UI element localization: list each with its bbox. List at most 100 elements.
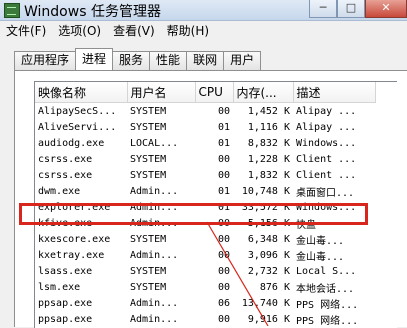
cell-memory: 2,732 K [247, 265, 290, 277]
cell-image-name: AliveServi... [38, 121, 117, 133]
menu-file[interactable]: 文件(F) [0, 22, 52, 40]
cell-memory: 13,740 K [241, 297, 290, 309]
tab-services[interactable]: 服务 [112, 51, 151, 70]
table-row[interactable]: lsm.exe SYSTEM 00 876 K 本地会话... [35, 279, 375, 295]
table-row[interactable]: kxescore.exe SYSTEM 00 6,348 K 金山毒... [35, 231, 375, 247]
column-description[interactable]: 描述 [293, 82, 376, 103]
cell-description: Alipay ... [296, 121, 357, 133]
column-image-name[interactable]: 映像名称 [35, 82, 128, 103]
cell-image-name: ppsap.exe [38, 313, 93, 325]
cell-user-name: Admin... [130, 185, 179, 197]
cell-memory: 5,156 K [247, 217, 290, 229]
cell-description: 桌面窗口... [296, 187, 355, 199]
cell-description: Windows... [293, 199, 375, 215]
window-title: Windows 任务管理器 [24, 4, 161, 20]
cell-image-name: kxetray.exe [38, 249, 105, 261]
cell-memory: 33,572 K [233, 199, 293, 215]
table-row[interactable]: kxetray.exe Admin... 00 3,096 K 金山毒... [35, 247, 375, 263]
cell-user-name: SYSTEM [130, 169, 167, 181]
cell-image-name: kfive.exe [38, 217, 93, 229]
tab-performance[interactable]: 性能 [149, 51, 188, 70]
cell-cpu: 00 [217, 265, 230, 277]
process-list[interactable]: 映像名称 用户名 CPU 内存(... 描述 AlipaySecS... SYST… [34, 81, 397, 328]
cell-user-name: SYSTEM [130, 233, 167, 245]
tab-networking[interactable]: 联网 [186, 51, 225, 70]
cell-user-name: Admin... [130, 313, 179, 325]
cell-image-name: kxescore.exe [38, 233, 111, 245]
minimize-button[interactable]: ─ [309, 0, 337, 18]
tab-applications[interactable]: 应用程序 [14, 51, 77, 70]
cell-memory: 1,452 K [247, 105, 290, 117]
cell-image-name: csrss.exe [38, 153, 93, 165]
cell-user-name: Admin... [130, 217, 179, 229]
table-row[interactable]: dwm.exe Admin... 01 10,748 K 桌面窗口... [35, 183, 375, 199]
maximize-button[interactable]: □ [337, 0, 365, 18]
column-cpu[interactable]: CPU [195, 82, 234, 103]
table-row[interactable]: AliveServi... SYSTEM 01 1,116 K Alipay ... [35, 119, 375, 135]
process-table: 映像名称 用户名 CPU 内存(... 描述 AlipaySecS... SYST… [35, 82, 376, 327]
cell-image-name: AlipaySecS... [38, 105, 117, 117]
table-row[interactable]: ppsap.exe Admin... 06 13,740 K PPS 网络... [35, 295, 375, 311]
cell-user-name: SYSTEM [130, 153, 167, 165]
table-row[interactable]: csrss.exe SYSTEM 00 1,228 K Client ... [35, 151, 375, 167]
cell-memory: 1,228 K [247, 153, 290, 165]
cell-user-name: SYSTEM [130, 281, 167, 293]
table-row[interactable]: explorer.exe Admin... 01 33,572 K Windows... [35, 199, 375, 215]
cell-image-name: lsm.exe [38, 281, 81, 293]
cell-memory: 9,916 K [247, 313, 290, 325]
cell-cpu: 01 [195, 199, 233, 215]
column-memory[interactable]: 内存(... [233, 82, 294, 103]
cell-image-name: audiodg.exe [38, 137, 105, 149]
cell-user-name: SYSTEM [130, 121, 167, 133]
cell-cpu: 01 [217, 121, 230, 133]
cell-cpu: 01 [217, 185, 230, 197]
cell-cpu: 00 [217, 249, 230, 261]
cell-cpu: 00 [217, 153, 230, 165]
cell-description: 金山毒... [296, 235, 345, 247]
table-row[interactable]: ppsap.exe Admin... 00 9,916 K PPS 网络... [35, 311, 375, 327]
cell-cpu: 00 [217, 281, 230, 293]
cell-image-name: lsass.exe [38, 265, 93, 277]
cell-image-name: ppsap.exe [38, 297, 93, 309]
cell-description: Windows... [296, 137, 357, 149]
cell-description: Client ... [296, 153, 357, 165]
cell-description: PPS 网络... [296, 299, 359, 311]
table-row[interactable]: kfive.exe Admin... 00 5,156 K 快盘 [35, 215, 375, 231]
tab-users[interactable]: 用户 [223, 51, 262, 70]
tab-processes[interactable]: 进程 [75, 48, 114, 70]
cell-user-name: Admin... [130, 249, 179, 261]
menu-options[interactable]: 选项(O) [52, 22, 107, 40]
table-row[interactable]: lsass.exe SYSTEM 00 2,732 K Local S... [35, 263, 375, 279]
cell-description: PPS 网络... [296, 315, 359, 327]
cell-cpu: 00 [217, 105, 230, 117]
cell-image-name: dwm.exe [38, 185, 81, 197]
cell-user-name: Admin... [127, 199, 195, 215]
title-bar: Windows 任务管理器 ─ □ ✕ [0, 0, 407, 21]
cell-memory: 876 K [259, 281, 290, 293]
table-row[interactable]: AlipaySecS... SYSTEM 00 1,452 K Alipay ... [35, 103, 375, 120]
close-button[interactable]: ✕ [365, 0, 407, 18]
cell-description: 金山毒... [296, 251, 345, 263]
cell-user-name: SYSTEM [130, 265, 167, 277]
cell-memory: 6,348 K [247, 233, 290, 245]
cell-description: Alipay ... [296, 105, 357, 117]
task-manager-icon [4, 3, 20, 18]
window-controls: ─ □ ✕ [309, 0, 407, 18]
cell-user-name: LOCAL... [130, 137, 179, 149]
cell-image-name: csrss.exe [38, 169, 93, 181]
menu-help[interactable]: 帮助(H) [161, 22, 215, 40]
table-row[interactable]: csrss.exe SYSTEM 00 1,832 K Client ... [35, 167, 375, 183]
table-row[interactable]: audiodg.exe LOCAL... 01 8,832 K Windows... [35, 135, 375, 151]
cell-memory: 1,832 K [247, 169, 290, 181]
cell-cpu: 00 [217, 313, 230, 325]
cell-user-name: Admin... [130, 297, 179, 309]
cell-description: 快盘 [296, 219, 316, 231]
cell-user-name: SYSTEM [130, 105, 167, 117]
cell-memory: 10,748 K [241, 185, 290, 197]
cell-memory: 8,832 K [247, 137, 290, 149]
column-user-name[interactable]: 用户名 [127, 82, 196, 103]
cell-cpu: 00 [217, 233, 230, 245]
menu-bar: 文件(F) 选项(O) 查看(V) 帮助(H) [0, 22, 215, 40]
menu-view[interactable]: 查看(V) [107, 22, 161, 40]
table-header: 映像名称 用户名 CPU 内存(... 描述 [35, 82, 376, 103]
